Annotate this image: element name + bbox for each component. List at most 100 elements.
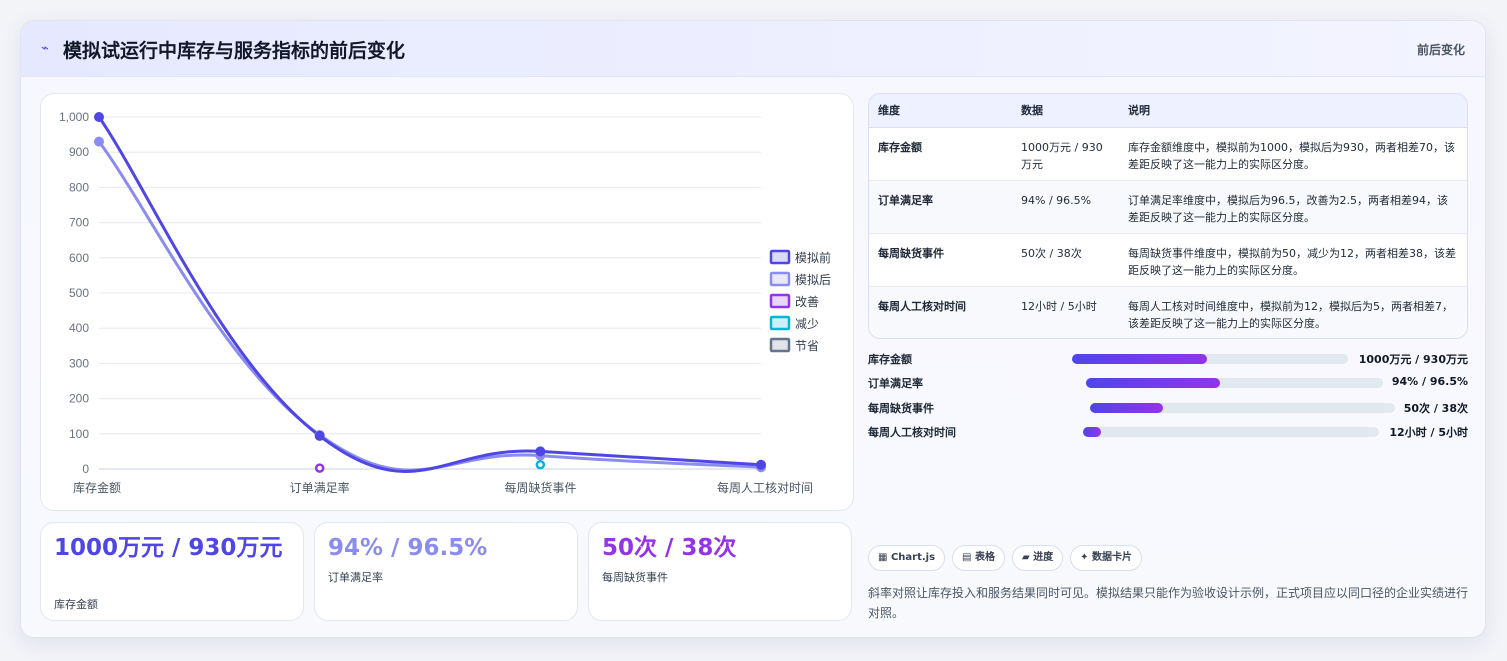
stat-value: 1000万元 / 930万元	[54, 535, 283, 561]
legend-label: 改善	[795, 294, 819, 309]
table-row: 库存金额 1000万元 / 930万元 库存金额维度中，模拟前为1000，模拟后…	[869, 127, 1467, 181]
data-point	[756, 459, 766, 470]
table-cell: 94% / 96.5%	[1012, 180, 1119, 234]
table-cell: 每周缺货事件维度中，模拟前为50，减少为12，两者相差38，该差距反映了这一能力…	[1119, 233, 1467, 287]
line-chart: 0 100 200 300 400 500 600 700 800 900 1,000 库存金额 订单满…	[59, 110, 831, 495]
progress-fill	[1086, 378, 1220, 388]
y-tick-label: 800	[69, 180, 89, 194]
card-header: ⌁ 模拟试运行中库存与服务指标的前后变化 前后变化	[21, 21, 1485, 77]
header-tag: 前后变化	[1416, 43, 1465, 57]
y-tick-label: 200	[69, 392, 89, 406]
progress-track	[1090, 403, 1395, 413]
trend-icon: ⌁	[41, 41, 49, 56]
chip-label: 数据卡片	[1092, 552, 1133, 563]
chip-data-card[interactable]: ✦ 数据卡片	[1070, 545, 1143, 571]
y-tick-label: 300	[69, 356, 89, 370]
legend-swatch	[769, 271, 791, 287]
legend-swatch	[769, 293, 791, 309]
table-row: 订单满足率 94% / 96.5% 订单满足率维度中，模拟后为96.5，改善为2…	[869, 180, 1467, 234]
legend-label: 模拟前	[795, 250, 831, 265]
data-point	[314, 463, 325, 473]
data-point	[535, 446, 546, 457]
progress-value: 94% / 96.5%	[1391, 375, 1468, 388]
legend-swatch	[769, 337, 791, 353]
progress-track	[1072, 354, 1348, 364]
progress-track	[1083, 427, 1379, 437]
table-header: 数据	[1012, 94, 1119, 128]
progress-label: 每周缺货事件	[868, 402, 934, 415]
series-line	[97, 116, 762, 473]
stat-label: 订单满足率	[328, 571, 383, 584]
data-point	[314, 430, 325, 441]
data-point	[535, 460, 546, 470]
legend-label: 节省	[795, 339, 819, 353]
chip-table[interactable]: ▤ 表格	[952, 545, 1005, 571]
stat-label: 每周缺货事件	[602, 571, 668, 584]
legend-swatch	[769, 249, 791, 265]
legend-label: 模拟后	[795, 273, 831, 287]
page-title: 模拟试运行中库存与服务指标的前后变化	[63, 40, 406, 62]
stat-value: 94% / 96.5%	[328, 535, 488, 561]
x-tick-label: 库存金额	[73, 480, 121, 495]
stat-label: 库存金额	[54, 598, 98, 611]
chart-icon: ▦	[878, 552, 888, 563]
stat-value: 50次 / 38次	[602, 535, 737, 561]
stat-card-inventory: 1000万元 / 930万元 库存金额	[40, 522, 304, 621]
table-header: 说明	[1119, 94, 1467, 128]
stat-card-fill-rate: 94% / 96.5% 订单满足率	[314, 522, 578, 621]
x-tick-label: 每周缺货事件	[504, 480, 576, 495]
card-icon: ✦	[1080, 552, 1089, 563]
data-table: 维度 数据 说明 库存金额 1000万元 / 930万元 库存金额维度中，模拟前…	[868, 93, 1468, 339]
table-header-row: 维度 数据 说明	[869, 94, 1467, 128]
data-point	[94, 136, 104, 147]
legend-label: 减少	[795, 317, 819, 331]
progress-row-fill-rate: 订单满足率 94% / 96.5%	[868, 373, 1468, 391]
progress-icon: ▰	[1021, 552, 1030, 563]
series-line	[97, 140, 762, 472]
y-tick-label: 0	[82, 462, 89, 476]
table-cell: 1000万元 / 930万元	[1012, 127, 1119, 181]
table-cell: 订单满足率	[869, 180, 1012, 234]
progress-label: 每周人工核对时间	[868, 426, 956, 439]
table-icon: ▤	[962, 552, 972, 563]
table-row: 每周人工核对时间 12小时 / 5小时 每周人工核对时间维度中，模拟前为12，模…	[869, 286, 1467, 338]
line-chart-panel: 0 100 200 300 400 500 600 700 800 900 1,000 库存金额 订单满…	[40, 93, 854, 511]
table-cell: 每周人工核对时间维度中，模拟前为12，模拟后为5，两者相差7，该差距反映了这一能…	[1119, 286, 1467, 338]
chip-progress[interactable]: ▰ 进度	[1011, 545, 1064, 571]
tech-chips: ▦ Chart.js ▤ 表格 ▰ 进度 ✦ 数据卡片	[868, 545, 1149, 571]
table-cell: 50次 / 38次	[1012, 233, 1119, 287]
progress-row-stockout: 每周缺货事件 50次 / 38次	[868, 398, 1468, 416]
y-tick-label: 900	[69, 145, 89, 159]
stat-card-stockout: 50次 / 38次 每周缺货事件	[588, 522, 852, 621]
chip-label: 进度	[1033, 552, 1054, 563]
y-tick-label: 600	[69, 251, 89, 265]
chip-label: 表格	[974, 552, 995, 563]
progress-value: 50次 / 38次	[1403, 402, 1468, 415]
x-tick-label: 每周人工核对时间	[717, 480, 813, 495]
progress-fill	[1072, 354, 1208, 364]
table-cell: 库存金额维度中，模拟前为1000，模拟后为930，两者相差70，该差距反映了这一…	[1119, 127, 1467, 181]
table-cell: 12小时 / 5小时	[1012, 286, 1119, 338]
progress-value: 1000万元 / 930万元	[1358, 353, 1468, 366]
table-header: 维度	[869, 94, 1012, 128]
chip-chartjs[interactable]: ▦ Chart.js	[868, 545, 946, 571]
table-cell: 库存金额	[869, 127, 1012, 181]
y-tick-label: 400	[69, 321, 89, 335]
table-cell: 订单满足率维度中，模拟后为96.5，改善为2.5，两者相差94，该差距反映了这一…	[1119, 180, 1467, 234]
table-cell: 每周缺货事件	[869, 233, 1012, 287]
progress-fill	[1083, 427, 1101, 437]
footnote: 斜率对照让库存投入和服务结果同时可见。模拟结果只能作为验收设计示例，正式项目应以…	[868, 586, 1469, 620]
x-tick-label: 订单满足率	[290, 480, 350, 495]
table-row: 每周缺货事件 50次 / 38次 每周缺货事件维度中，模拟前为50，减少为12，…	[869, 233, 1467, 287]
y-tick-label: 500	[69, 286, 89, 300]
progress-label: 订单满足率	[868, 377, 923, 390]
progress-label: 库存金额	[868, 353, 912, 366]
dashboard-card: ⌁ 模拟试运行中库存与服务指标的前后变化 前后变化 0 100 200 300 400 5…	[20, 20, 1486, 638]
data-point	[94, 112, 104, 122]
y-tick-label: 100	[69, 427, 89, 441]
progress-track	[1086, 378, 1383, 388]
table-cell: 每周人工核对时间	[869, 286, 1012, 338]
progress-row-manual-check: 每周人工核对时间 12小时 / 5小时	[868, 422, 1468, 440]
progress-value: 12小时 / 5小时	[1389, 426, 1468, 439]
y-tick-label: 700	[69, 216, 89, 230]
